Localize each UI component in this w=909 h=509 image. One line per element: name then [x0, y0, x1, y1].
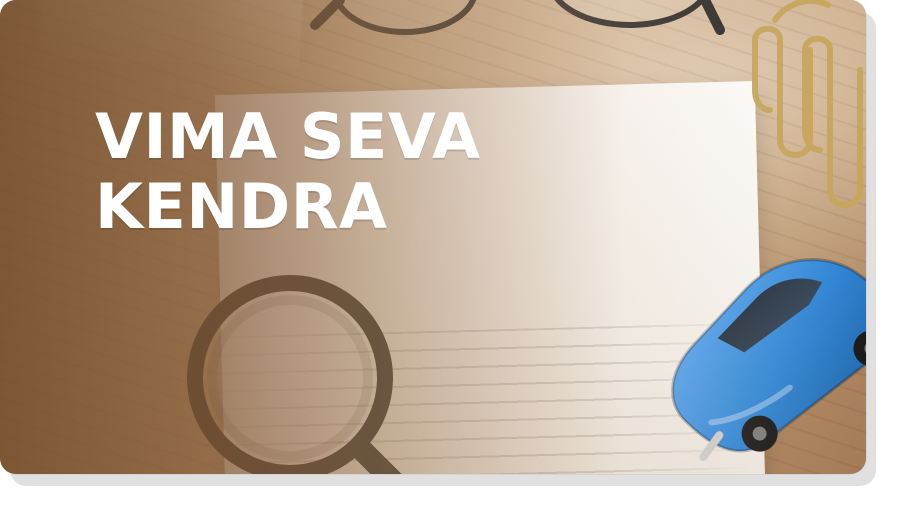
- banner-title-line-2: KENDRA: [95, 170, 388, 243]
- banner-card: VIMA SEVA KENDRA: [0, 0, 866, 474]
- banner-title-line-1: VIMA SEVA: [95, 100, 481, 173]
- banner-title: VIMA SEVA KENDRA: [95, 102, 615, 242]
